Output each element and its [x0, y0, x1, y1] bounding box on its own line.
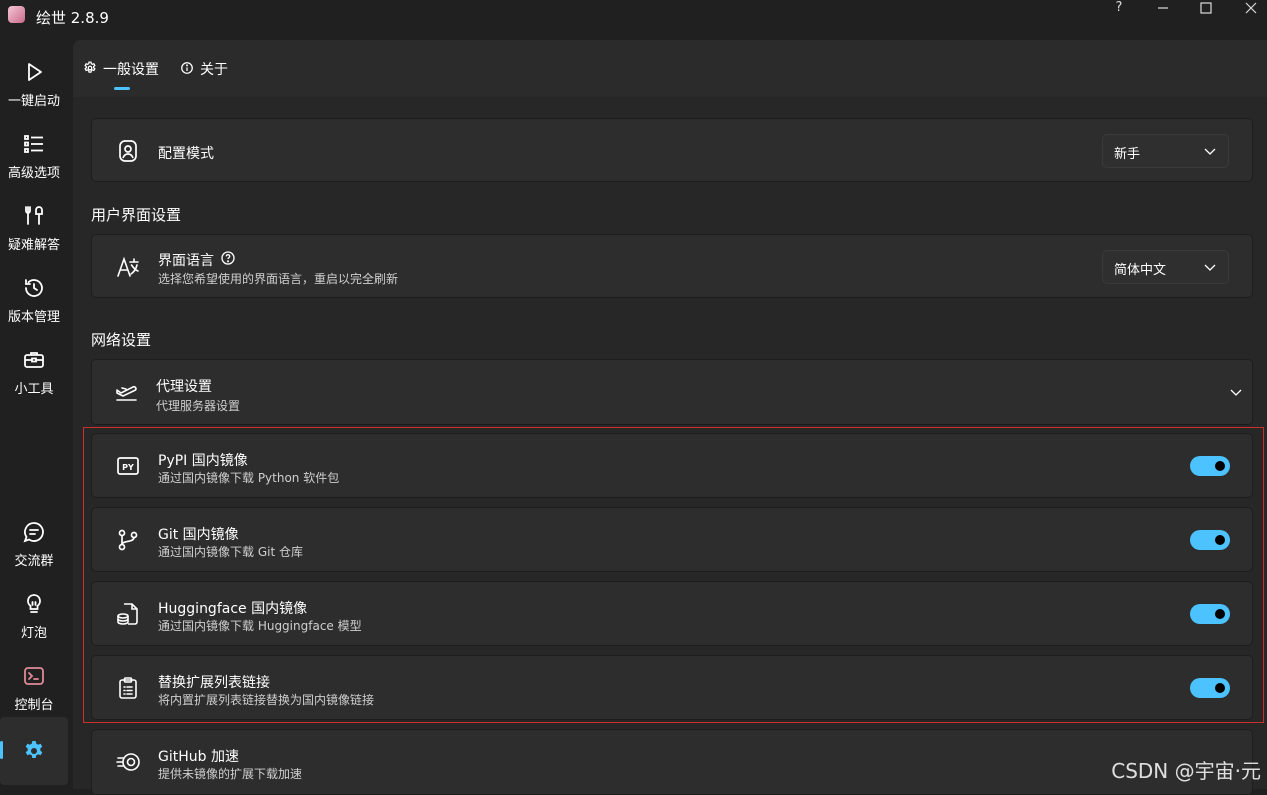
- sidebar-item-troubleshoot[interactable]: 疑难解答: [0, 194, 68, 262]
- huggingface-mirror-toggle[interactable]: [1190, 604, 1230, 624]
- config-mode-select[interactable]: 新手: [1102, 134, 1229, 168]
- app-logo-icon: [8, 6, 25, 23]
- maximize-button[interactable]: [1191, 0, 1221, 18]
- extension-list-card: 替换扩展列表链接 将内置扩展列表链接替换为国内镜像链接: [91, 655, 1253, 720]
- language-value: 简体中文: [1114, 263, 1167, 278]
- settings-panel: 一般设置 关于 配置模式 新手 用户界面设置 界面语言 选择您希望使用的界面语言…: [73, 40, 1267, 795]
- sidebar-item-tools[interactable]: 小工具: [0, 338, 68, 406]
- sidebar-item-community[interactable]: 交流群: [0, 510, 68, 578]
- git-branch-icon: [116, 528, 140, 552]
- git-mirror-card: Git 国内镜像 通过国内镜像下载 Git 仓库: [91, 507, 1253, 572]
- file-database-icon: [116, 602, 140, 626]
- extension-list-subtitle: 将内置扩展列表链接替换为国内镜像链接: [158, 693, 375, 707]
- config-mode-icon: [116, 139, 140, 163]
- extension-list-toggle[interactable]: [1190, 678, 1230, 698]
- py-icon: PY: [116, 454, 140, 478]
- sidebar-item-label: 一键启动: [7, 94, 60, 109]
- github-accel-subtitle: 提供未镜像的扩展下载加速: [158, 767, 303, 781]
- sidebar-item-launch[interactable]: 一键启动: [0, 50, 68, 118]
- extension-list-title: 替换扩展列表链接: [158, 675, 270, 691]
- huggingface-mirror-subtitle: 通过国内镜像下载 Huggingface 模型: [158, 619, 362, 633]
- proxy-title: 代理设置: [156, 379, 212, 395]
- sidebar-item-console[interactable]: 控制台: [0, 654, 68, 722]
- language-title: 界面语言: [158, 253, 214, 269]
- config-mode-card: 配置模式 新手: [91, 118, 1253, 182]
- minimize-button[interactable]: [1148, 0, 1178, 18]
- svg-text:PY: PY: [122, 463, 134, 472]
- huggingface-mirror-card: Huggingface 国内镜像 通过国内镜像下载 Huggingface 模型: [91, 581, 1253, 646]
- active-indicator: [0, 741, 3, 759]
- lightbulb-icon: [22, 592, 46, 616]
- sidebar-item-label: 灯泡: [20, 626, 47, 641]
- sidebar-item-label: 控制台: [14, 698, 54, 713]
- history-icon: [22, 276, 46, 300]
- airplane-icon: [114, 380, 138, 404]
- huggingface-mirror-title: Huggingface 国内镜像: [158, 601, 308, 617]
- sidebar-item-label: 交流群: [14, 554, 54, 569]
- list-icon: [22, 132, 46, 156]
- console-icon: [22, 664, 46, 688]
- github-accel-card: GitHub 加速 提供未镜像的扩展下载加速: [91, 729, 1253, 795]
- pypi-mirror-card: PY PyPI 国内镜像 通过国内镜像下载 Python 软件包: [91, 433, 1253, 498]
- toggle-knob: [1215, 609, 1225, 619]
- app-title: 绘世 2.8.9: [36, 9, 109, 27]
- sidebar-item-settings[interactable]: [0, 717, 68, 785]
- close-button[interactable]: [1236, 0, 1266, 18]
- tab-bar: 一般设置 关于: [73, 40, 1267, 97]
- toggle-knob: [1215, 683, 1225, 693]
- language-subtitle: 选择您希望使用的界面语言，重启以完全刷新: [158, 272, 399, 286]
- speed-icon: [116, 750, 140, 774]
- language-select[interactable]: 简体中文: [1102, 250, 1229, 284]
- proxy-subtitle: 代理服务器设置: [156, 399, 241, 413]
- sidebar-item-label: 高级选项: [7, 166, 60, 181]
- language-card: 界面语言 选择您希望使用的界面语言，重启以完全刷新 简体中文: [91, 234, 1253, 298]
- help-button[interactable]: ?: [1104, 0, 1134, 18]
- pypi-mirror-title: PyPI 国内镜像: [158, 453, 248, 469]
- sidebar-item-lightbulb[interactable]: 灯泡: [0, 582, 68, 650]
- toggle-knob: [1215, 535, 1225, 545]
- pypi-mirror-toggle[interactable]: [1190, 456, 1230, 476]
- ui-section-title: 用户界面设置: [91, 206, 182, 224]
- chevron-down-icon: [1204, 262, 1216, 272]
- settings-icon: [22, 739, 46, 763]
- chevron-down-icon[interactable]: [1230, 387, 1242, 397]
- chevron-down-icon: [1204, 146, 1216, 156]
- sidebar-item-label: 版本管理: [7, 310, 60, 325]
- sidebar-item-label: 疑难解答: [7, 238, 60, 253]
- sidebar-item-label: 小工具: [14, 382, 54, 397]
- git-mirror-title: Git 国内镜像: [158, 527, 239, 543]
- config-mode-value: 新手: [1114, 147, 1141, 162]
- github-accel-title: GitHub 加速: [158, 749, 239, 765]
- tools-icon: [22, 204, 46, 228]
- play-icon: [22, 60, 46, 84]
- git-mirror-subtitle: 通过国内镜像下载 Git 仓库: [158, 545, 303, 559]
- proxy-card[interactable]: 代理设置 代理服务器设置: [91, 359, 1253, 425]
- tab-active-indicator: [114, 87, 130, 90]
- sidebar-item-versions[interactable]: 版本管理: [0, 266, 68, 334]
- tab-label: 一般设置: [103, 62, 159, 78]
- network-section-title: 网络设置: [91, 331, 152, 349]
- config-mode-title: 配置模式: [158, 146, 214, 162]
- sidebar: 一键启动 高级选项 疑难解答 版本管理 小工具 交流群 灯泡 控制台: [0, 36, 72, 789]
- watermark: CSDN @宇宙·元: [1111, 759, 1261, 783]
- info-icon: [180, 61, 194, 75]
- chat-icon: [22, 520, 46, 544]
- sidebar-item-advanced[interactable]: 高级选项: [0, 122, 68, 190]
- help-circle-icon[interactable]: [220, 250, 236, 266]
- toggle-knob: [1215, 461, 1225, 471]
- clipboard-list-icon: [116, 676, 140, 700]
- gear-icon: [83, 61, 97, 75]
- git-mirror-toggle[interactable]: [1190, 530, 1230, 550]
- title-bar: 绘世 2.8.9 ?: [0, 0, 1267, 36]
- toolbox-icon: [22, 348, 46, 372]
- pypi-mirror-subtitle: 通过国内镜像下载 Python 软件包: [158, 471, 340, 485]
- tab-label: 关于: [200, 62, 228, 78]
- language-icon: [116, 255, 140, 279]
